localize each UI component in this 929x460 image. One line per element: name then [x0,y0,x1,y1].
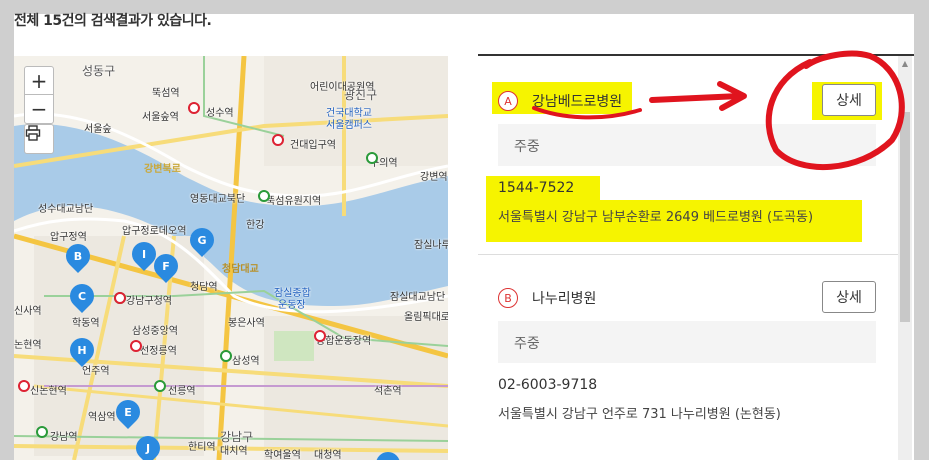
map-label: 압구정역 [50,232,87,243]
map-view[interactable]: 성동구 광진구 뚝섬역 서울숲역 성수역 서울숲 건국대학교 서울캠퍼스 건대입… [14,56,448,460]
map-label: 강남구청역 [126,296,172,307]
map-label: 석촌역 [374,386,402,397]
map-label: 잠실대교남단 [390,292,446,303]
map-pin-j[interactable]: J [131,431,165,460]
results-scrollbar[interactable] [898,70,912,460]
map-label: 청담대교 [222,264,259,275]
map-label: 성수역 [206,108,234,119]
detail-button[interactable]: 상세 [822,281,876,313]
map-label: 뚝섬역 [152,88,180,99]
map-label: 올림픽대로 [404,312,448,323]
map-label: 서울캠퍼스 [326,120,372,131]
subway-station-marker[interactable] [258,190,270,202]
print-button[interactable] [24,124,54,154]
list-item[interactable]: B 나누리병원 상세 주중 02-6003-9718 서울특별시 강남구 언주로… [478,255,898,460]
map-label: 대청역 [314,450,342,460]
map-label: 건대입구역 [290,140,336,151]
map-label: 삼성역 [232,356,260,367]
subway-station-marker[interactable] [272,134,284,146]
map-label: 강남구 [220,430,254,444]
address: 서울특별시 강남구 언주로 731 나누리병원 (논현동) [498,407,781,422]
parking-info: 주중 [498,321,876,363]
phone-number: 02-6003-9718 [498,377,598,393]
map-label: 삼성중앙역 [132,326,178,337]
map-label: 신논현역 [30,386,67,397]
map-pin-g[interactable]: G [185,223,219,257]
subway-station-marker[interactable] [114,292,126,304]
map-label: 신사역 [14,306,42,317]
map-label: 강변북로 [144,164,181,175]
map-label: 학동역 [72,318,100,329]
map-label: 한티역 [188,442,216,453]
map-label: 언주역 [82,366,110,377]
map-pin-b[interactable]: B [61,239,95,273]
map-label: 학여울역 [264,450,301,460]
results-list[interactable]: A 강남베드로병원 상세 주중 1544-7522 서울특별시 강남구 남부순환… [478,56,898,460]
map-label: 영동대교북단 [190,194,246,205]
result-count-text: 전체 15건의 검색결과가 있습니다. [14,13,212,29]
map-label: 선정릉역 [140,346,177,357]
map-label: 운동장 [278,300,306,311]
map-label: 서울숲역 [142,112,179,123]
scrollbar-thumb[interactable] [900,112,910,322]
map-label: 역삼역 [88,412,116,423]
subway-station-marker[interactable] [314,330,326,342]
result-letter-badge: A [498,91,518,111]
map-label: 압구정로데오역 [122,226,187,237]
map-label: 어린이대공원역 [310,82,375,93]
subway-station-marker[interactable] [130,340,142,352]
map-label: 청담역 [190,282,218,293]
list-item[interactable]: A 강남베드로병원 상세 주중 1544-7522 서울특별시 강남구 남부순환… [478,56,898,254]
phone-number: 1544-7522 [498,180,575,196]
address: 서울특별시 강남구 남부순환로 2649 베드로병원 (도곡동) [498,210,814,225]
map-label: 한강 [246,220,265,231]
map-pin-h[interactable]: H [65,333,99,367]
subway-station-marker[interactable] [220,350,232,362]
zoom-out-button[interactable]: − [24,94,54,124]
map-label: 논현역 [14,340,42,351]
map-pin-e[interactable]: E [111,395,145,429]
hospital-name[interactable]: 나누리병원 [532,288,596,308]
map-label: 강변역 [420,172,448,183]
map-label: 선릉역 [168,386,196,397]
subway-station-marker[interactable] [188,102,200,114]
map-label: 잠실나루역 [414,240,448,251]
map-label: 봉은사역 [228,318,265,329]
map-label: 서울숲 [84,124,112,135]
map-label: 성수대교남단 [38,204,94,215]
detail-button[interactable]: 상세 [822,84,876,116]
subway-station-marker[interactable] [154,380,166,392]
zoom-in-button[interactable]: + [24,66,54,96]
subway-station-marker[interactable] [18,380,30,392]
map-pin-c[interactable]: C [65,279,99,313]
scroll-up-arrow[interactable]: ▲ [898,56,912,70]
map-label: 성동구 [82,64,116,78]
subway-station-marker[interactable] [36,426,48,438]
printer-icon [25,125,41,141]
hospital-name[interactable]: 강남베드로병원 [532,91,622,111]
map-pin-f[interactable]: F [149,249,183,283]
map-label: 강남역 [50,432,78,443]
result-letter-badge: B [498,288,518,308]
map-label: 뚝섬유원지역 [266,196,322,207]
subway-station-marker[interactable] [366,152,378,164]
parking-info: 주중 [498,124,876,166]
